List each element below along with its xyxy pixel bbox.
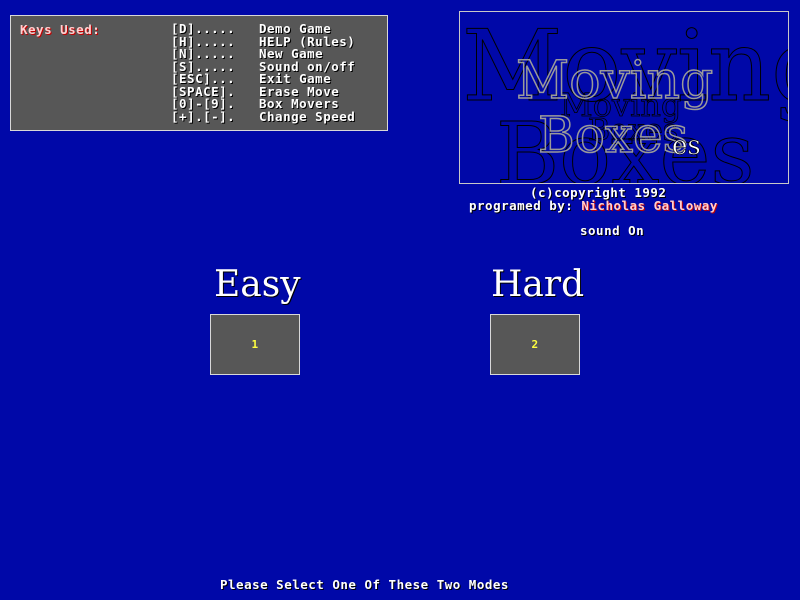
- mode-prompt: Please Select One Of These Two Modes: [220, 577, 509, 592]
- easy-label: Easy: [214, 264, 301, 305]
- keys-list: [D]..... Demo Game [H]..... HELP (Rules) […: [171, 22, 356, 124]
- programmer-credit: programed by: Nicholas Galloway: [469, 198, 718, 213]
- keys-panel: Keys Used: [D]..... Demo Game [H]..... HEL…: [10, 15, 388, 131]
- key-row-speed: [+].[-]. Change Speed: [171, 108, 356, 124]
- hard-label: Hard: [491, 264, 585, 305]
- hard-mode-button[interactable]: 2: [490, 314, 580, 375]
- game-logo: Moving Boxes Moving Boxes Moving Boxes e…: [459, 11, 789, 184]
- easy-mode-button[interactable]: 1: [210, 314, 300, 375]
- easy-mode-number: 1: [251, 338, 259, 351]
- hard-mode-number: 2: [531, 338, 539, 351]
- logo-grey-boxes: Boxes: [538, 106, 688, 164]
- logo-small-es: es: [672, 131, 701, 161]
- keys-title: Keys Used:: [20, 22, 101, 37]
- logo-grey-moving: Moving: [516, 51, 713, 111]
- sound-status: sound On: [580, 223, 645, 238]
